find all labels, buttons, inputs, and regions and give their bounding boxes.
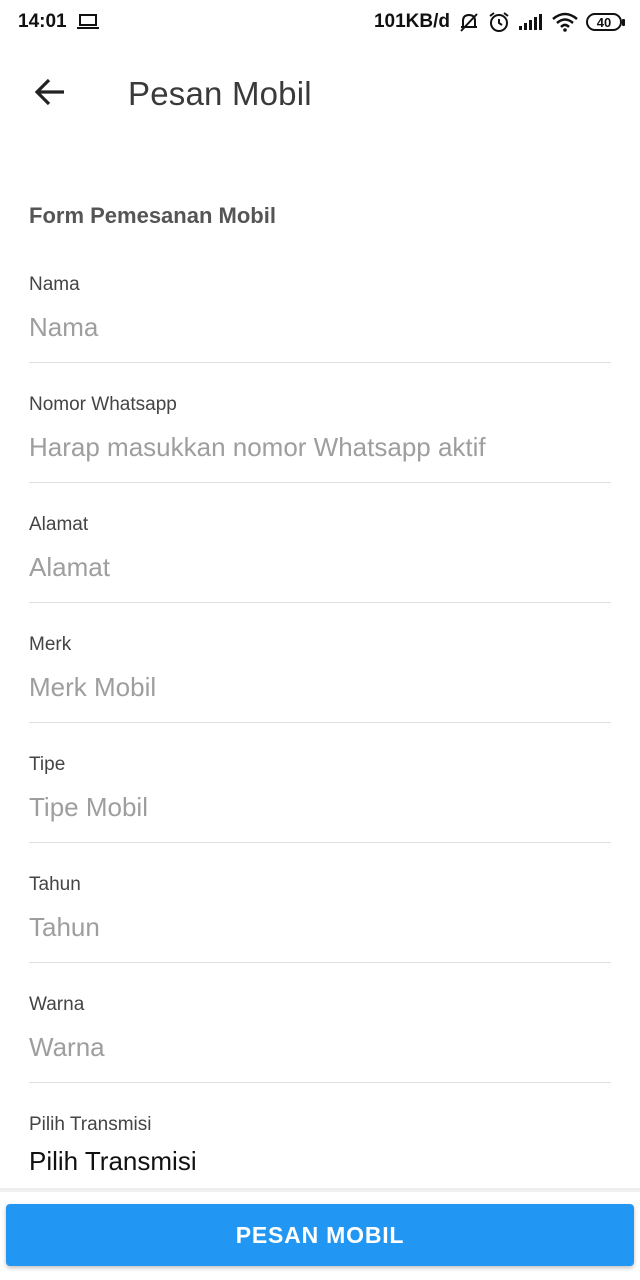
back-button[interactable] [20, 64, 80, 124]
field-underline [29, 722, 611, 723]
whatsapp-input[interactable] [29, 422, 611, 472]
field-nama: Nama [29, 266, 611, 386]
arrow-left-icon [34, 78, 66, 111]
status-bar: 14:01 101KB/d 40 [0, 0, 640, 44]
tahun-input[interactable] [29, 902, 611, 952]
field-label: Alamat [29, 514, 89, 535]
field-underline [29, 1082, 611, 1083]
status-bar-right: 101KB/d 40 [373, 11, 625, 33]
field-underline [29, 842, 611, 843]
form-heading: Form Pemesanan Mobil [29, 203, 276, 228]
field-label: Warna [29, 994, 85, 1015]
signal-icon [518, 13, 544, 31]
warna-input[interactable] [29, 1022, 611, 1072]
nama-input[interactable] [29, 302, 611, 352]
field-underline [29, 602, 611, 603]
laptop-icon [76, 14, 99, 30]
app-bar: Pesan Mobil [0, 56, 640, 132]
status-time: 14:01 [18, 11, 67, 32]
field-underline [29, 482, 611, 483]
field-label: Merk [29, 634, 72, 655]
field-tahun: Tahun [29, 866, 611, 986]
transmission-select[interactable]: Pilih Transmisi [29, 1146, 197, 1177]
field-label: Tipe [29, 754, 66, 775]
field-underline [29, 962, 611, 963]
field-merk: Merk [29, 626, 611, 746]
wifi-icon [552, 12, 578, 32]
field-whatsapp: Nomor Whatsapp [29, 386, 611, 506]
alamat-input[interactable] [29, 542, 611, 592]
field-label: Pilih Transmisi [29, 1114, 152, 1135]
battery-level: 40 [596, 14, 612, 30]
status-bar-left: 14:01 [18, 11, 99, 33]
submit-order-button[interactable]: PESAN MOBIL [6, 1204, 634, 1266]
battery-icon: 40 [586, 13, 625, 31]
merk-input[interactable] [29, 662, 611, 712]
field-label: Tahun [29, 874, 81, 895]
field-tipe: Tipe [29, 746, 611, 866]
order-form: Form Pemesanan Mobil Nama Nomor Whatsapp… [29, 196, 611, 1226]
field-underline [29, 362, 611, 363]
field-label: Nama [29, 274, 80, 295]
field-warna: Warna [29, 986, 611, 1106]
bell-off-icon [458, 11, 480, 33]
page-title: Pesan Mobil [128, 75, 312, 112]
tipe-input[interactable] [29, 782, 611, 832]
field-alamat: Alamat [29, 506, 611, 626]
network-speed: 101KB/d [373, 11, 450, 32]
field-label: Nomor Whatsapp [29, 394, 177, 415]
alarm-icon [488, 11, 510, 33]
